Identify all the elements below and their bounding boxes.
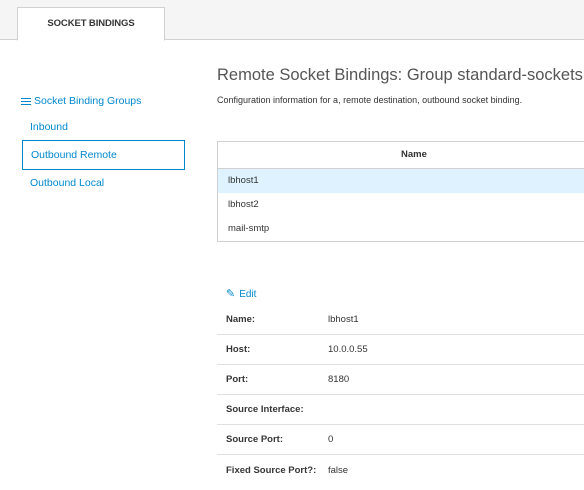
property-value: lbhost1 [328,314,359,325]
sidebar-item-inbound[interactable]: Inbound [22,113,185,143]
sidebar-heading[interactable]: Socket Binding Groups [21,95,141,107]
property-row: Source Interface: [217,395,584,425]
page-title: Remote Socket Bindings: Group standard-s… [217,66,583,84]
property-label: Port: [226,374,249,385]
table-row[interactable]: lbhost2 [218,193,584,217]
property-value: 10.0.0.55 [328,344,368,355]
sidebar-item-outbound-local[interactable]: Outbound Local [22,169,185,199]
edit-button[interactable]: ✎ Edit [226,288,257,301]
property-row: Host: 10.0.0.55 [217,335,584,365]
property-value: false [328,464,349,476]
property-label: Name: [226,314,256,325]
tab-bar: SOCKET BINDINGS [0,0,584,41]
property-value: 0 [328,434,334,445]
property-row: Port: 8180 [217,365,584,395]
property-row: Name: lbhost1 [217,305,584,335]
property-value: 8180 [328,374,350,385]
property-label: Host: [226,344,251,355]
property-label: Source Interface: [226,404,304,415]
property-label: Fixed Source Port?: [226,464,317,476]
sidebar-item-outbound-remote[interactable]: Outbound Remote [22,140,185,170]
table-row[interactable]: mail-smtp [218,217,584,241]
property-row: Fixed Source Port?: false [217,455,584,485]
edit-icon: ✎ [226,288,236,300]
bindings-table: Name lbhost1 lbhost2 mail-smtp [217,141,584,242]
property-label: Source Port: [226,434,284,445]
page-description: Configuration information for a, remote … [217,95,523,105]
column-header-name[interactable]: Name [218,142,584,169]
list-icon [21,97,31,106]
properties-panel: Name: lbhost1 Host: 10.0.0.55 Port: 8180… [217,305,584,485]
property-row: Source Port: 0 [217,425,584,455]
edit-label: Edit [239,289,257,300]
tab-socket-bindings[interactable]: SOCKET BINDINGS [17,7,165,41]
sidebar-heading-label: Socket Binding Groups [34,95,142,107]
table-row[interactable]: lbhost1 [218,169,584,193]
